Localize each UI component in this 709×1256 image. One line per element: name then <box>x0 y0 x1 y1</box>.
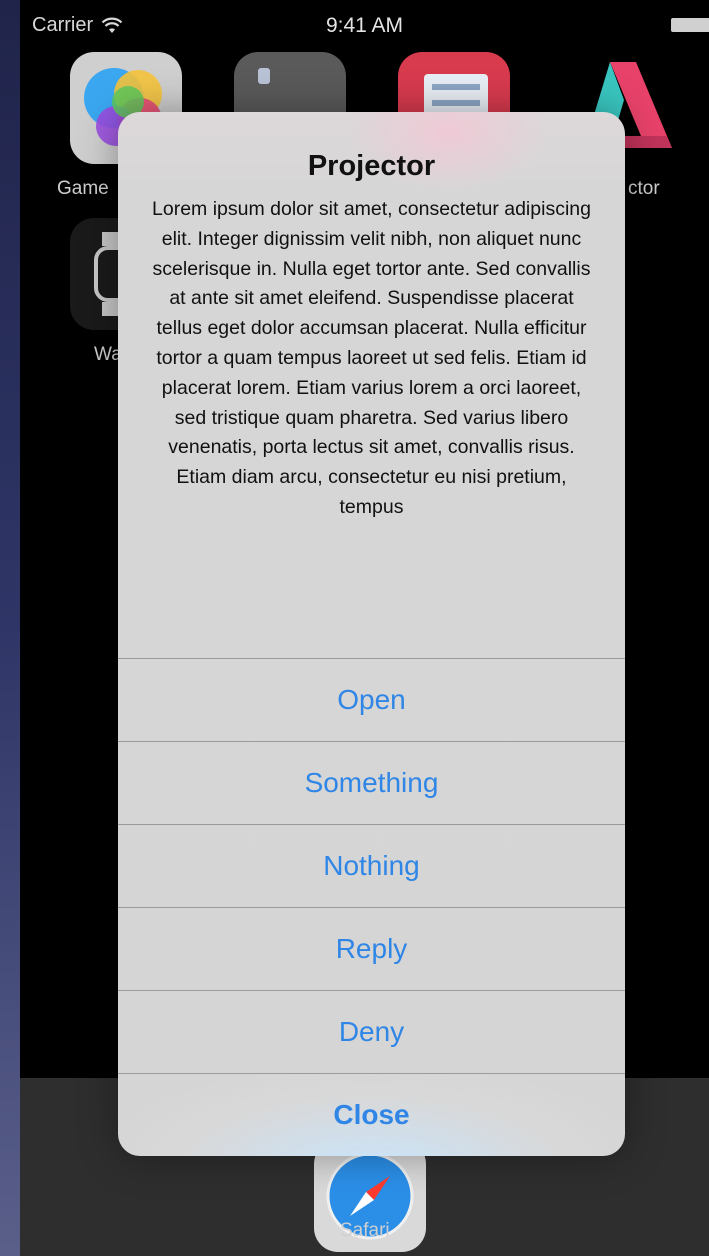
reply-button[interactable]: Reply <box>118 907 625 990</box>
projector-label: ctor <box>628 178 660 199</box>
safari-label: Safari <box>340 1220 390 1241</box>
status-time: 9:41 AM <box>325 14 404 37</box>
something-button[interactable]: Something <box>118 741 625 824</box>
alert-dialog: Projector Lorem ipsum dolor sit amet, co… <box>118 112 625 1156</box>
battery-icon <box>671 18 709 32</box>
open-button[interactable]: Open <box>118 658 625 741</box>
nothing-button[interactable]: Nothing <box>118 824 625 907</box>
status-bar: Carrier 9:41 AM <box>20 0 709 54</box>
game-center-label: Game <box>57 178 109 199</box>
alert-actions: Open Something Nothing Reply Deny Close <box>118 658 625 1156</box>
deny-button[interactable]: Deny <box>118 990 625 1073</box>
alert-message[interactable]: Lorem ipsum dolor sit amet, consectetur … <box>148 195 595 523</box>
close-button[interactable]: Close <box>118 1073 625 1156</box>
phone-screen: Carrier 9:41 AM Game ctor Wa Safari Proj… <box>20 0 709 1256</box>
alert-title: Projector <box>307 150 436 182</box>
folder-mini-icon <box>258 68 270 84</box>
alert-content: Projector Lorem ipsum dolor sit amet, co… <box>118 112 625 658</box>
